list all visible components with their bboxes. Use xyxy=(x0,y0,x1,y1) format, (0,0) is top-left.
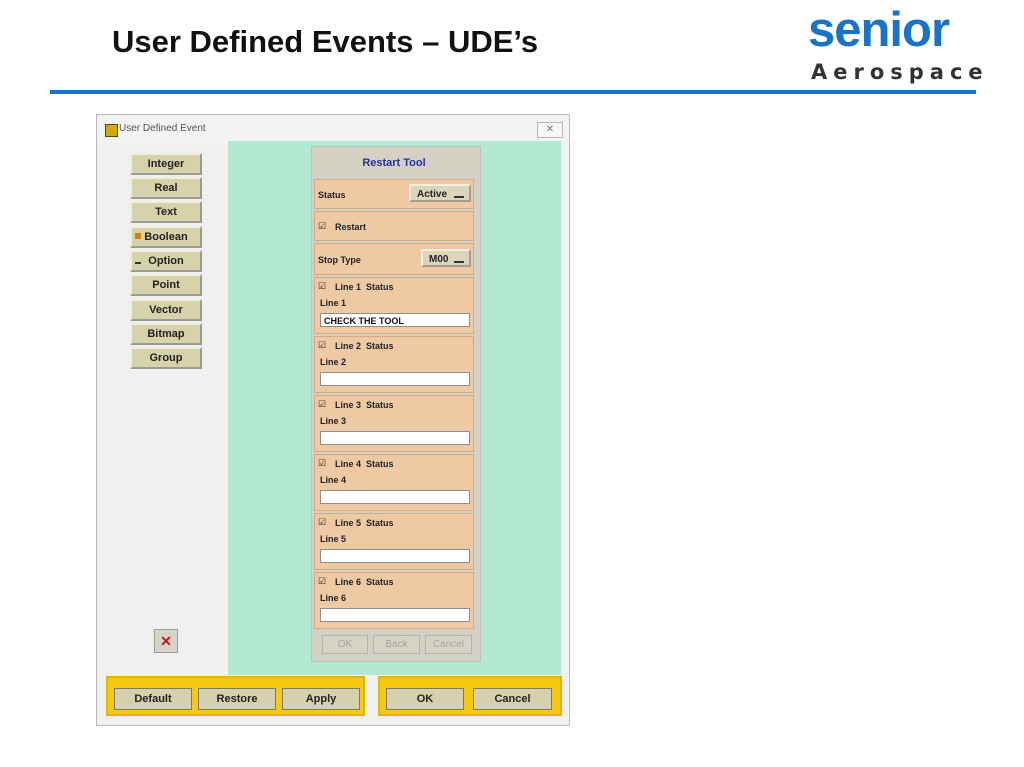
bottom-right-bar: OK Cancel xyxy=(378,676,562,716)
option-button[interactable]: Option xyxy=(130,250,202,272)
dropdown-icon xyxy=(454,258,464,263)
line-1-section: ☑ Line 1 Status Line 1 CHECK THE TOOL xyxy=(314,277,474,334)
line-5-status-label: Line 5 Status xyxy=(335,518,394,528)
line-5-input[interactable] xyxy=(320,549,470,563)
text-label: Text xyxy=(155,206,177,218)
option-icon xyxy=(135,260,141,264)
line-4-input[interactable] xyxy=(320,490,470,504)
option-label: Option xyxy=(148,255,184,267)
aerospace-logo-text: Aerospace xyxy=(811,60,989,84)
restore-button[interactable]: Restore xyxy=(198,688,276,710)
stop-type-row: Stop Type M00 xyxy=(314,243,474,275)
text-button[interactable]: Text xyxy=(130,201,202,223)
line-3-label: Line 3 xyxy=(320,416,347,426)
stop-type-label: Stop Type xyxy=(318,255,361,265)
bottom-left-bar: Default Restore Apply xyxy=(106,676,365,716)
real-button[interactable]: Real xyxy=(130,177,202,199)
stop-type-value: M00 xyxy=(429,254,449,265)
line-1-status-checkbox[interactable]: ☑ xyxy=(318,281,326,292)
line-2-input[interactable] xyxy=(320,372,470,386)
real-label: Real xyxy=(154,182,178,194)
line-6-status-checkbox[interactable]: ☑ xyxy=(318,576,326,587)
status-row: Status Active xyxy=(314,179,474,209)
restart-checkbox[interactable]: ☑ xyxy=(318,221,326,232)
status-label: Status xyxy=(318,190,346,200)
bitmap-label: Bitmap xyxy=(147,328,185,340)
line-4-label: Line 4 xyxy=(320,475,347,485)
boolean-button[interactable]: Boolean xyxy=(130,226,202,248)
line-4-section: ☑ Line 4 Status Line 4 xyxy=(314,454,474,511)
status-value: Active xyxy=(417,189,448,200)
stop-type-dropdown[interactable]: M00 xyxy=(421,249,471,267)
app-icon xyxy=(105,124,118,137)
group-button[interactable]: Group xyxy=(130,347,202,369)
point-label: Point xyxy=(152,279,180,291)
close-icon[interactable]: ✕ xyxy=(537,122,563,138)
panel-cancel-button[interactable]: Cancel xyxy=(425,635,472,654)
apply-button[interactable]: Apply xyxy=(282,688,360,710)
window-titlebar[interactable]: User Defined Event ✕ xyxy=(97,115,569,143)
line-1-status-label: Line 1 Status xyxy=(335,282,394,292)
line-2-section: ☑ Line 2 Status Line 2 xyxy=(314,336,474,393)
line-6-status-label: Line 6 Status xyxy=(335,577,394,587)
line-3-input[interactable] xyxy=(320,431,470,445)
slide-title: User Defined Events – UDE’s xyxy=(112,24,539,59)
line-6-input[interactable] xyxy=(320,608,470,622)
window-title: User Defined Event xyxy=(119,123,206,134)
line-6-section: ☑ Line 6 Status Line 6 xyxy=(314,572,474,629)
panel-ok-button[interactable]: OK xyxy=(322,635,368,654)
panel-title: Restart Tool xyxy=(314,149,474,177)
line-2-status-label: Line 2 Status xyxy=(335,341,394,351)
status-dropdown[interactable]: Active xyxy=(409,184,471,202)
integer-button[interactable]: Integer xyxy=(130,153,202,175)
panel-back-button[interactable]: Back xyxy=(373,635,420,654)
line-1-label: Line 1 xyxy=(320,298,347,308)
default-button[interactable]: Default xyxy=(114,688,192,710)
line-3-section: ☑ Line 3 Status Line 3 xyxy=(314,395,474,452)
integer-label: Integer xyxy=(147,158,185,170)
restart-row: ☑ Restart xyxy=(314,211,474,241)
cancel-button[interactable]: Cancel xyxy=(473,688,552,710)
ok-button[interactable]: OK xyxy=(386,688,464,710)
line-4-status-label: Line 4 Status xyxy=(335,459,394,469)
line-4-status-checkbox[interactable]: ☑ xyxy=(318,458,326,469)
line-6-label: Line 6 xyxy=(320,593,347,603)
restart-label: Restart xyxy=(335,222,367,232)
line-5-status-checkbox[interactable]: ☑ xyxy=(318,517,326,528)
line-3-status-checkbox[interactable]: ☑ xyxy=(318,399,326,410)
bitmap-button[interactable]: Bitmap xyxy=(130,323,202,345)
point-button[interactable]: Point xyxy=(130,274,202,296)
line-5-label: Line 5 xyxy=(320,534,347,544)
dropdown-icon xyxy=(454,193,464,198)
boolean-label: Boolean xyxy=(144,231,188,243)
line-3-status-label: Line 3 Status xyxy=(335,400,394,410)
vector-button[interactable]: Vector xyxy=(130,299,202,321)
vector-label: Vector xyxy=(149,304,183,316)
group-label: Group xyxy=(149,352,183,364)
senior-logo: senior xyxy=(808,3,950,57)
restart-tool-panel: Restart Tool Status Active ☑ Restart Sto… xyxy=(311,146,481,662)
boolean-icon xyxy=(135,233,141,239)
line-5-section: ☑ Line 5 Status Line 5 xyxy=(314,513,474,570)
line-1-input[interactable]: CHECK THE TOOL xyxy=(320,313,470,327)
line-2-status-checkbox[interactable]: ☑ xyxy=(318,340,326,351)
trash-icon[interactable]: ✕ xyxy=(154,629,178,653)
title-divider xyxy=(50,90,976,94)
line-2-label: Line 2 xyxy=(320,357,347,367)
user-defined-event-window: User Defined Event ✕ Integer Real Text B… xyxy=(96,114,570,726)
